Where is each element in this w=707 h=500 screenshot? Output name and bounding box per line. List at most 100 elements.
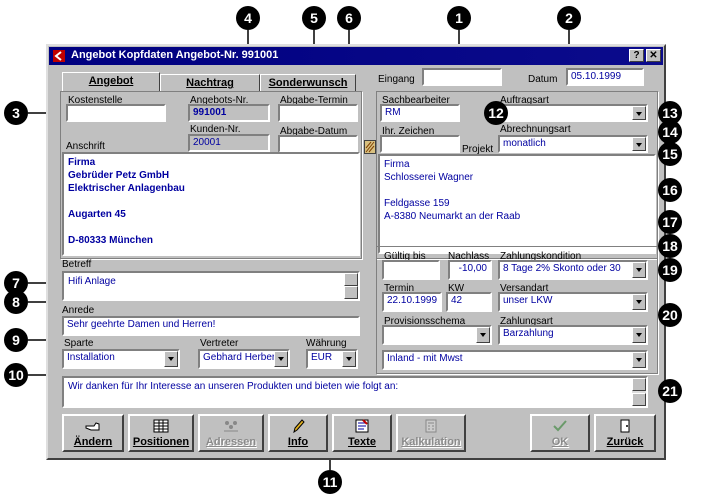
kunden-nr-field: 20001 bbox=[188, 134, 270, 152]
anschrift-line: Augarten 45 bbox=[68, 209, 126, 220]
steuer-value: Inland - mit Mwst bbox=[387, 353, 463, 364]
kalkulation-button[interactable]: Kalkulation bbox=[396, 414, 466, 452]
intro-text-memo[interactable]: Wir danken für Ihr Interesse an unseren … bbox=[62, 376, 648, 408]
waehrung-value: EUR bbox=[311, 352, 333, 363]
callout-17: 17 bbox=[658, 210, 682, 234]
abgabe-datum-field[interactable] bbox=[278, 135, 358, 153]
anrede-field[interactable]: Sehr geehrte Damen und Herren! bbox=[62, 316, 360, 336]
betreff-label: Betreff bbox=[62, 259, 92, 270]
sparte-value: Installation bbox=[67, 352, 115, 363]
anschrift-memo[interactable]: Firma Gebrüder Petz GmbH Elektrischer An… bbox=[62, 152, 360, 256]
ihr-zeichen-field[interactable] bbox=[380, 135, 460, 153]
callout-14: 14 bbox=[658, 120, 682, 144]
callout-4: 4 bbox=[236, 6, 260, 30]
ok-button[interactable]: OK bbox=[530, 414, 590, 452]
callout-16: 16 bbox=[658, 178, 682, 202]
betreff-value: Hifi Anlage bbox=[68, 276, 116, 287]
zahlungsart-select[interactable]: Barzahlung bbox=[498, 325, 648, 345]
door-icon bbox=[620, 419, 630, 433]
callout-12: 12 bbox=[484, 101, 508, 125]
betreff-field[interactable]: Hifi Anlage bbox=[62, 271, 360, 301]
window-title: Angebot Kopfdaten Angebot-Nr. 991001 bbox=[71, 49, 279, 61]
sparte-label: Sparte bbox=[64, 338, 94, 349]
eingang-field[interactable] bbox=[422, 68, 502, 86]
chevron-down-icon[interactable] bbox=[632, 106, 646, 120]
waehrung-select[interactable]: EUR bbox=[306, 349, 358, 369]
link-icon[interactable] bbox=[364, 140, 376, 154]
zurueck-button[interactable]: Zurück bbox=[594, 414, 656, 452]
versandart-select[interactable]: unser LKW bbox=[498, 292, 648, 312]
aendern-button[interactable]: Ändern bbox=[62, 414, 124, 452]
people-icon bbox=[224, 421, 238, 432]
chevron-down-icon[interactable] bbox=[632, 327, 646, 343]
callout-18: 18 bbox=[658, 234, 682, 258]
anschrift-label: Anschrift bbox=[66, 141, 105, 152]
callout-8: 8 bbox=[4, 290, 28, 314]
chevron-down-icon[interactable] bbox=[632, 262, 646, 278]
kw-field[interactable]: 42 bbox=[446, 292, 492, 312]
info-label: Info bbox=[287, 436, 309, 448]
table-icon bbox=[153, 419, 169, 433]
provisionsschema-select[interactable] bbox=[382, 325, 492, 345]
termin-field[interactable]: 22.10.1999 bbox=[382, 292, 442, 312]
chevron-down-icon[interactable] bbox=[632, 137, 646, 151]
anschrift-line: Gebrüder Petz GmbH bbox=[68, 170, 170, 181]
scroll-up-arrow[interactable] bbox=[632, 378, 646, 391]
scroll-down-arrow[interactable] bbox=[632, 393, 646, 406]
zahlungskondition-select[interactable]: 8 Tage 2% Skonto oder 30 bbox=[498, 260, 648, 280]
steuer-select[interactable]: Inland - mit Mwst bbox=[382, 350, 648, 370]
tab-nachtrag[interactable]: Nachtrag bbox=[160, 74, 260, 92]
sparte-select[interactable]: Installation bbox=[62, 349, 180, 369]
auftragsart-select[interactable] bbox=[498, 104, 648, 122]
tab-sonderwunsch[interactable]: Sonderwunsch bbox=[260, 74, 356, 92]
address-line: Feldgasse 159 bbox=[384, 198, 450, 209]
zurueck-label: Zurück bbox=[606, 436, 644, 448]
positionen-button[interactable]: Positionen bbox=[128, 414, 194, 452]
callout-6: 6 bbox=[337, 6, 361, 30]
anschrift-line bbox=[68, 221, 354, 234]
address-line: Schlosserei Wagner bbox=[384, 172, 474, 183]
scroll-down-arrow[interactable] bbox=[344, 286, 358, 299]
abgabe-termin-field[interactable] bbox=[278, 104, 358, 122]
scroll-up-arrow[interactable] bbox=[344, 273, 358, 286]
close-button[interactable]: ✕ bbox=[646, 49, 661, 62]
anrede-label: Anrede bbox=[62, 305, 95, 316]
angebots-nr-field: 991001 bbox=[188, 104, 270, 122]
kostenstelle-field[interactable] bbox=[66, 104, 166, 122]
tab-angebot[interactable]: Angebot bbox=[62, 72, 160, 92]
abrechnungsart-select[interactable]: monatlich bbox=[498, 135, 648, 153]
address-line bbox=[384, 184, 650, 197]
texte-button[interactable]: Texte bbox=[332, 414, 392, 452]
anschrift-line bbox=[68, 195, 354, 208]
adressen-button[interactable]: Adressen bbox=[198, 414, 264, 452]
chevron-down-icon[interactable] bbox=[164, 351, 178, 367]
callout-2: 2 bbox=[557, 6, 581, 30]
chevron-down-icon[interactable] bbox=[632, 294, 646, 310]
help-button[interactable]: ? bbox=[629, 49, 644, 62]
vertreter-value: Gebhard Herbert bbox=[203, 352, 279, 363]
vertreter-select[interactable]: Gebhard Herbert bbox=[198, 349, 290, 369]
sachbearbeiter-field[interactable]: RM bbox=[380, 104, 460, 122]
betreff-scrollbar[interactable] bbox=[344, 273, 358, 299]
callout-9: 9 bbox=[4, 328, 28, 352]
datum-label: Datum bbox=[528, 74, 558, 85]
chevron-down-icon[interactable] bbox=[632, 352, 646, 368]
info-button[interactable]: Info bbox=[268, 414, 328, 452]
gueltig-bis-field[interactable] bbox=[382, 260, 440, 280]
callout-15: 15 bbox=[658, 142, 682, 166]
app-icon bbox=[53, 50, 65, 62]
abrechnungsart-value: monatlich bbox=[503, 138, 546, 149]
chevron-down-icon[interactable] bbox=[476, 327, 490, 343]
chevron-down-icon[interactable] bbox=[342, 351, 356, 367]
calculator-icon bbox=[425, 419, 437, 433]
callout-10: 10 bbox=[4, 363, 28, 387]
chevron-down-icon[interactable] bbox=[274, 351, 288, 367]
anschrift-line: Firma bbox=[68, 157, 96, 168]
project-address-memo[interactable]: Firma Schlosserei Wagner Feldgasse 159 A… bbox=[378, 154, 656, 254]
datum-field[interactable]: 05.10.1999 bbox=[566, 68, 644, 86]
zahlungsart-value: Barzahlung bbox=[503, 328, 554, 339]
intro-text-scrollbar[interactable] bbox=[632, 378, 646, 406]
anschrift-line: Elektrischer Anlagenbau bbox=[68, 183, 185, 194]
ok-label: OK bbox=[551, 436, 569, 448]
nachlass-field[interactable]: -10,00 bbox=[448, 260, 492, 280]
